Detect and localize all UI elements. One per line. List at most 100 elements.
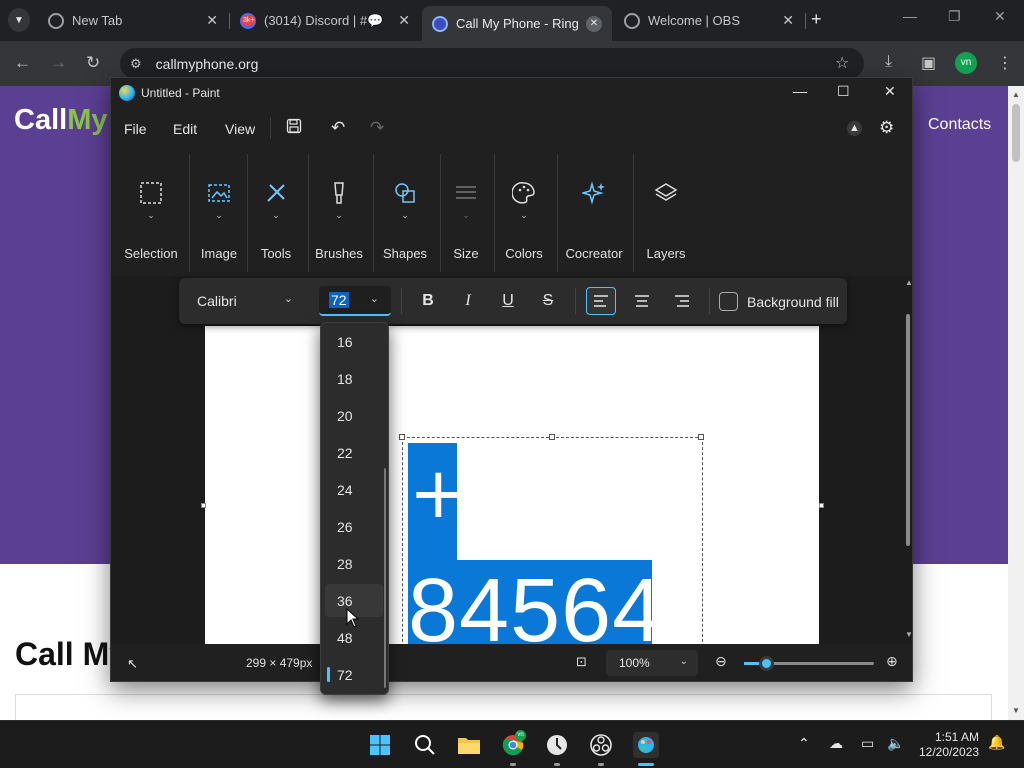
tab-discord[interactable]: 3k+ (3014) Discord | #💬 ✕ [230, 6, 420, 35]
ribbon-selection[interactable]: ⌄ Selection [121, 150, 181, 276]
undo-icon[interactable]: ↶ [331, 118, 345, 138]
address-bar[interactable]: ⚙ callmyphone.org [120, 48, 864, 79]
restore-icon[interactable]: ❐ [948, 8, 961, 25]
menu-file[interactable]: File [124, 121, 147, 137]
redo-icon[interactable]: ↷ [370, 118, 384, 138]
nav-contacts-link[interactable]: Contacts [928, 116, 991, 134]
zoom-in-icon[interactable]: ⊕ [886, 653, 898, 670]
close-icon[interactable]: ✕ [782, 12, 794, 29]
ribbon-tools[interactable]: ⌄ Tools [253, 150, 299, 276]
search-icon[interactable] [413, 733, 437, 757]
canvas-scrollbar[interactable]: ▲ ▼ [904, 276, 912, 644]
close-icon[interactable]: ✕ [586, 15, 602, 32]
zoom-out-icon[interactable]: ⊖ [715, 653, 727, 670]
ribbon-colors[interactable]: ⌄ Colors [499, 150, 549, 276]
ribbon-image[interactable]: ⌄ Image [195, 150, 243, 276]
canvas-resize-handle[interactable] [819, 503, 824, 508]
bold-icon[interactable]: B [413, 287, 443, 315]
save-icon[interactable] [286, 118, 302, 139]
tab-search-button[interactable]: ▼ [8, 8, 30, 32]
windows-start-icon[interactable] [368, 733, 392, 757]
font-size-option[interactable]: 18 [325, 362, 383, 395]
reload-icon[interactable]: ↻ [86, 53, 100, 73]
scroll-down-icon[interactable]: ▼ [905, 630, 912, 639]
selection-handle[interactable] [698, 434, 704, 440]
zoom-slider[interactable] [744, 656, 874, 671]
settings-gear-icon[interactable]: ⚙ [879, 118, 894, 138]
font-size-dropdown[interactable]: 72 ⌄ [319, 286, 391, 316]
font-size-option[interactable]: 16 [325, 325, 383, 358]
dropdown-scrollbar[interactable] [384, 468, 386, 688]
tab-obs[interactable]: Welcome | OBS ✕ [614, 6, 804, 35]
close-icon[interactable]: ✕ [398, 12, 410, 29]
close-icon[interactable]: ✕ [884, 83, 896, 100]
side-panel-icon[interactable]: ▣ [921, 53, 936, 73]
tab-new-tab[interactable]: New Tab ✕ [38, 6, 228, 35]
fit-to-window-icon[interactable]: ⊡ [576, 654, 587, 670]
site-logo[interactable]: CallMy [14, 104, 107, 137]
onedrive-sync-icon[interactable]: ☁ [829, 735, 843, 752]
ribbon-shapes[interactable]: ⌄ Shapes [379, 150, 431, 276]
background-fill-toggle[interactable]: Background fill [719, 292, 839, 311]
align-left-icon[interactable] [586, 287, 616, 315]
ribbon-size[interactable]: ⌄ Size [446, 150, 486, 276]
ribbon-brushes[interactable]: ⌄ Brushes [315, 150, 363, 276]
close-window-icon[interactable]: ✕ [994, 8, 1006, 25]
scrollbar-thumb[interactable] [1012, 104, 1020, 162]
canvas-workspace[interactable]: + 84564 ▲ ▼ [111, 276, 912, 644]
underline-icon[interactable]: U [493, 287, 523, 315]
paint-taskbar-icon[interactable] [633, 732, 659, 758]
sparkle-icon [581, 180, 607, 206]
zoom-level-dropdown[interactable]: 100% ⌄ [606, 650, 698, 676]
minimize-icon[interactable]: — [903, 8, 917, 24]
chrome-icon[interactable]: vn [501, 730, 526, 757]
zoom-slider-knob[interactable] [759, 656, 774, 671]
show-hidden-icons-chevron-icon[interactable]: ⌃ [798, 735, 810, 752]
obs-icon[interactable] [589, 733, 613, 757]
font-size-option[interactable]: 26 [325, 510, 383, 543]
font-size-option-selected[interactable]: 72 [325, 658, 383, 691]
ribbon-cocreator[interactable]: Cocreator [564, 150, 624, 276]
forward-arrow-icon[interactable]: → [50, 53, 67, 73]
system-clock[interactable]: 1:51 AM 12/20/2023 [919, 730, 979, 760]
scroll-up-icon[interactable]: ▲ [1012, 90, 1020, 99]
file-explorer-icon[interactable] [457, 733, 481, 757]
strikethrough-icon[interactable]: S [533, 287, 563, 315]
background-fill-checkbox[interactable] [719, 292, 738, 311]
page-scrollbar[interactable]: ▲ ▼ [1008, 86, 1024, 720]
bookmark-star-icon[interactable]: ☆ [835, 53, 849, 73]
new-tab-plus-icon[interactable]: + [811, 9, 822, 30]
notification-bell-icon[interactable]: 🔔 [988, 734, 1005, 751]
maximize-icon[interactable]: ☐ [837, 83, 850, 100]
menu-view[interactable]: View [225, 121, 255, 137]
font-size-option[interactable]: 24 [325, 473, 383, 506]
scroll-down-icon[interactable]: ▼ [1012, 706, 1020, 715]
site-info-icon[interactable]: ⚙ [130, 56, 142, 72]
profile-avatar[interactable]: vn [955, 52, 977, 74]
download-icon[interactable]: ⤓ [885, 53, 892, 71]
font-size-option[interactable]: 28 [325, 547, 383, 580]
back-arrow-icon[interactable]: ← [14, 53, 31, 73]
tab-call-my-phone[interactable]: Call My Phone - Ring y ✕ [422, 6, 612, 41]
selection-handle[interactable] [549, 434, 555, 440]
align-right-icon[interactable] [667, 287, 697, 315]
align-center-icon[interactable] [627, 287, 657, 315]
display-icon[interactable]: ▭ [861, 735, 874, 752]
account-icon[interactable]: ▲ [847, 121, 862, 136]
clock-app-icon[interactable] [545, 733, 569, 757]
scroll-up-icon[interactable]: ▲ [905, 278, 912, 287]
canvas-resize-handle[interactable] [201, 503, 206, 508]
menu-edit[interactable]: Edit [173, 121, 197, 137]
selection-handle[interactable] [399, 434, 405, 440]
text-selection-box[interactable] [399, 434, 704, 644]
font-size-option[interactable]: 20 [325, 399, 383, 432]
font-family-dropdown[interactable]: Calibri ⌄ [187, 286, 303, 316]
scrollbar-thumb[interactable] [906, 314, 910, 546]
more-menu-icon[interactable]: ⋮ [997, 53, 1013, 73]
ribbon-layers[interactable]: Layers [641, 150, 691, 276]
close-icon[interactable]: ✕ [206, 12, 218, 29]
volume-muted-icon[interactable]: 🔈 [887, 735, 904, 752]
font-size-option[interactable]: 22 [325, 436, 383, 469]
italic-icon[interactable]: I [453, 287, 483, 315]
minimize-icon[interactable]: — [793, 83, 807, 99]
